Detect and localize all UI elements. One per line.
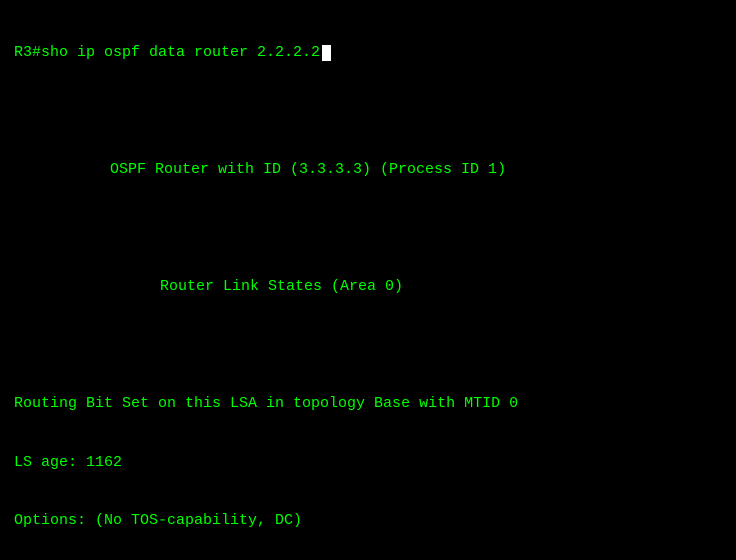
entered-command: sho ip ospf data router 2.2.2.2 [41,44,320,61]
blank-line [0,336,736,356]
shell-prompt: R3# [14,44,41,61]
terminal-output: R3#sho ip ospf data router 2.2.2.2 OSPF … [0,0,736,560]
command-line[interactable]: R3#sho ip ospf data router 2.2.2.2 [0,43,736,63]
area-header: Router Link States (Area 0) [0,277,736,297]
ospf-header: OSPF Router with ID (3.3.3.3) (Process I… [0,160,736,180]
lsa-age: LS age: 1162 [0,453,736,473]
cursor [322,45,331,61]
blank-line [0,219,736,239]
lsa-options: Options: (No TOS-capability, DC) [0,511,736,531]
blank-line [0,102,736,122]
lsa-routing-bit: Routing Bit Set on this LSA in topology … [0,394,736,414]
